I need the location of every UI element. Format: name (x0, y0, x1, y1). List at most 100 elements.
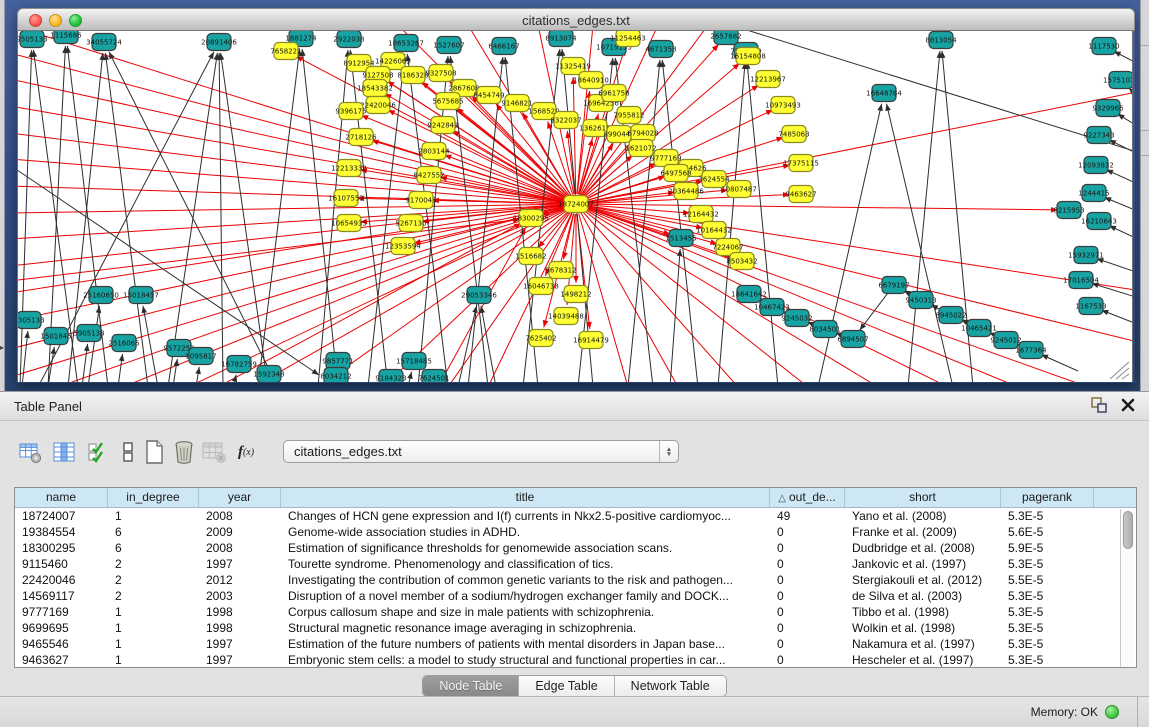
graph-node-label: 16046738 (523, 283, 559, 291)
graph-node-label: 12164432 (683, 211, 719, 219)
graph-node-label: 5267130 (395, 220, 426, 228)
network-canvas[interactable]: 9505133111568634055724208914061881274292… (17, 31, 1133, 382)
show-columns-icon[interactable] (50, 438, 78, 466)
memory-ok-icon (1105, 705, 1119, 719)
graph-node-label: 8034212 (320, 373, 351, 381)
graph-node-label: 6961758 (598, 90, 629, 98)
graph-node-label: 12353594 (385, 243, 421, 251)
left-panel-edge[interactable]: ▸ (0, 0, 5, 391)
row-height-icon[interactable] (114, 438, 142, 466)
table-cell: 6 (108, 540, 199, 556)
graph-node-label: 1115686 (50, 32, 82, 40)
table-cell: 2008 (199, 508, 281, 524)
graph-node-label: 9227343 (1083, 132, 1114, 140)
graph-node-label: 9305133 (18, 317, 45, 325)
table-cell: 5.3E-5 (1001, 652, 1094, 668)
graph-node-label: 15718485 (396, 358, 432, 366)
table-cell: 1 (108, 620, 199, 636)
graph-node-label: 18300295 (513, 215, 549, 223)
graph-node-label: 8322037 (550, 117, 581, 125)
column-header-year[interactable]: year (199, 488, 281, 507)
graph-node-label: 8034501 (809, 326, 840, 334)
graph-node-label: 6497568 (660, 170, 691, 178)
float-panel-icon[interactable] (1091, 397, 1107, 413)
column-header-pagerank[interactable]: pagerank (1001, 488, 1094, 507)
table-cell: 1998 (199, 620, 281, 636)
graph-node-label: 10164432 (696, 227, 732, 235)
table-cell: 18300295 (15, 540, 108, 556)
table-cell: Wolkin et al. (1998) (845, 620, 1001, 636)
panel-collapse-arrow-icon[interactable]: ▸ (0, 344, 4, 352)
table-type-tabs: Node Table Edge Table Network Table (422, 675, 726, 697)
graph-node-label: 2718126 (345, 134, 377, 142)
resize-grip-icon[interactable] (1104, 360, 1130, 380)
graph-node-label: 7625402 (525, 335, 556, 343)
table-cell: Nakamura et al. (1997) (845, 636, 1001, 652)
window-titlebar[interactable]: citations_edges.txt (17, 8, 1135, 31)
table-row[interactable]: 1456911722003Disruption of a novel membe… (15, 588, 1136, 604)
table-row[interactable]: 977716911998Corpus callosum shape and si… (15, 604, 1136, 620)
column-header-title[interactable]: title (281, 488, 770, 507)
table-cell: Genome-wide association studies in ADHD. (281, 524, 770, 540)
graph-node-label: 16782759 (221, 361, 257, 369)
table-row[interactable]: 946362711997Embryonic stem cells: a mode… (15, 652, 1136, 668)
table-cell: 2012 (199, 572, 281, 588)
table-cell: Tourette syndrome. Phenomenology and cla… (281, 556, 770, 572)
graph-node-label: 15751074 (1103, 77, 1133, 85)
close-panel-icon[interactable] (1121, 398, 1135, 412)
graph-node-label: 18640910 (573, 77, 609, 85)
table-settings-icon[interactable] (16, 438, 44, 466)
table-cell: 2008 (199, 540, 281, 556)
table-row[interactable]: 1938455462009Genome-wide association stu… (15, 524, 1136, 540)
tab-node-table[interactable]: Node Table (423, 676, 519, 696)
table-cell: 9465546 (15, 636, 108, 652)
graph-node-label: 7224067 (712, 244, 743, 252)
graph-node-label: 18724007 (558, 201, 594, 209)
graph-node-label: 1117530 (1088, 43, 1119, 51)
graph-node-label: 9463627 (785, 191, 816, 199)
column-header-short[interactable]: short (845, 488, 1001, 507)
table-cell: 19384554 (15, 524, 108, 540)
combo-stepper-icon[interactable]: ▲▼ (659, 441, 678, 462)
right-panel-edge[interactable] (1140, 0, 1149, 391)
table-vscroll-thumb[interactable] (1123, 511, 1133, 549)
network-view-window[interactable]: citations_edges.txt 95051331115686340557… (17, 8, 1135, 383)
table-cell: 9115460 (15, 556, 108, 572)
select-rows-icon[interactable] (84, 438, 112, 466)
status-separator (1137, 697, 1138, 727)
delete-icon[interactable] (170, 438, 198, 466)
graph-node-label: 4671358 (645, 46, 676, 54)
column-header-in_degree[interactable]: in_degree (108, 488, 199, 507)
graph-node-label: 1501845 (40, 333, 71, 341)
table-cell: 1 (108, 652, 199, 668)
table-row[interactable]: 911546021997Tourette syndrome. Phenomeno… (15, 556, 1136, 572)
table-cell: 5.3E-5 (1001, 556, 1094, 572)
graph-node-label: 9245012 (990, 337, 1021, 345)
tab-network-table[interactable]: Network Table (615, 676, 726, 696)
table-vscrollbar[interactable] (1120, 509, 1135, 668)
table-cell: 14569117 (15, 588, 108, 604)
graph-node-label: 9396175 (335, 108, 366, 116)
tab-edge-table[interactable]: Edge Table (519, 676, 614, 696)
table-cell: de Silva et al. (2003) (845, 588, 1001, 604)
table-row[interactable]: 1830029562008Estimation of significance … (15, 540, 1136, 556)
column-header-out_de[interactable]: △out_de... (770, 488, 845, 507)
graph-node-label: 16648784 (866, 90, 902, 98)
table-row[interactable]: 1872400712008Changes of HCN gene express… (15, 508, 1136, 524)
graph-node-label: 1881274 (285, 35, 317, 43)
graph-node-label: 6466167 (488, 43, 519, 51)
graph-node-label: 16210643 (1081, 218, 1117, 226)
table-row[interactable]: 946554611997Estimation of the future num… (15, 636, 1136, 652)
table-cell: 0 (770, 620, 845, 636)
table-row[interactable]: 969969511998Structural magnetic resonanc… (15, 620, 1136, 636)
table-source-select[interactable]: citations_edges.txt ▲▼ (283, 440, 679, 463)
table-cell: 6 (108, 524, 199, 540)
graph-node-label: 1516682 (515, 253, 546, 261)
table-cell: 5.3E-5 (1001, 588, 1094, 604)
table-row[interactable]: 2242004622012Investigating the contribut… (15, 572, 1136, 588)
function-icon[interactable]: f(x) (232, 438, 260, 466)
column-header-name[interactable]: name (15, 488, 108, 507)
table-cell: 5.5E-5 (1001, 572, 1094, 588)
table-cell: 5.9E-5 (1001, 540, 1094, 556)
new-file-icon[interactable] (140, 438, 168, 466)
